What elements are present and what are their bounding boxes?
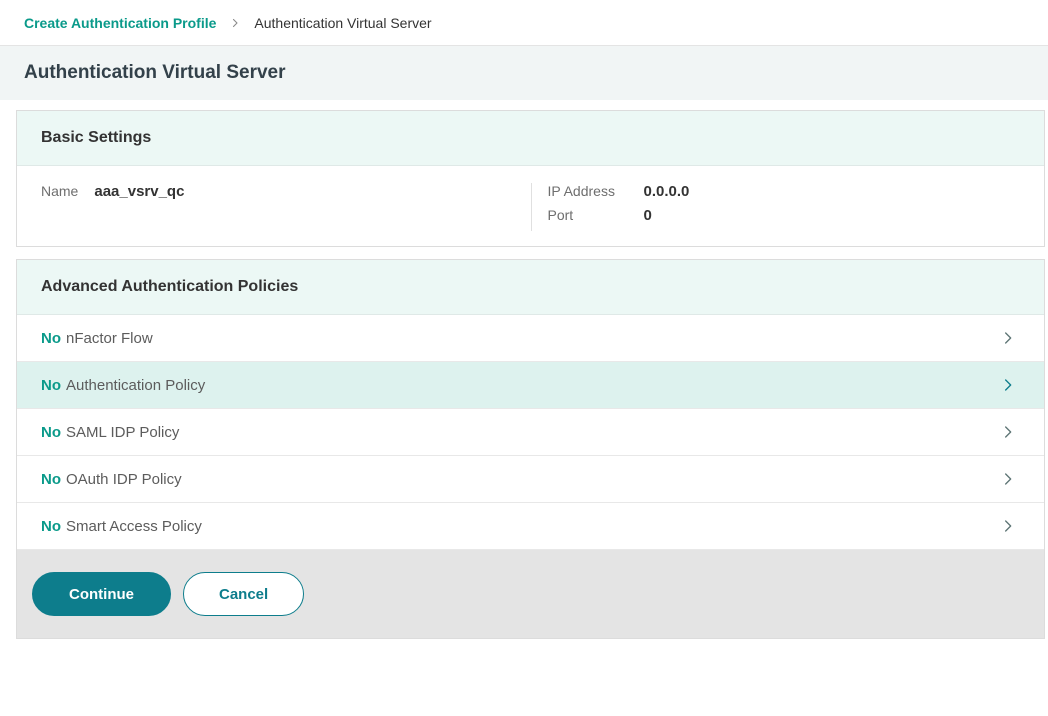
content-area: Basic Settings Name aaa_vsrv_qc IP Addre…	[0, 100, 1048, 639]
basic-settings-right-column: IP Address 0.0.0.0 Port 0	[531, 183, 1045, 231]
policy-row-saml-idp-policy[interactable]: No SAML IDP Policy	[17, 409, 1044, 456]
ip-address-field: IP Address 0.0.0.0	[548, 183, 1021, 200]
ip-address-value: 0.0.0.0	[644, 183, 690, 200]
name-value: aaa_vsrv_qc	[94, 183, 184, 200]
name-label: Name	[41, 183, 78, 199]
basic-settings-title: Basic Settings	[41, 129, 1020, 147]
basic-settings-card: Basic Settings Name aaa_vsrv_qc IP Addre…	[16, 110, 1045, 247]
breadcrumb-current-page: Authentication Virtual Server	[254, 15, 431, 31]
chevron-right-icon	[1000, 330, 1016, 346]
port-label: Port	[548, 207, 644, 223]
port-value: 0	[644, 207, 652, 224]
breadcrumb: Create Authentication Profile Authentica…	[0, 0, 1048, 46]
continue-button[interactable]: Continue	[32, 572, 171, 616]
footer-action-bar: Continue Cancel	[17, 550, 1044, 638]
cancel-button[interactable]: Cancel	[183, 572, 304, 616]
policy-row-nfactor-flow[interactable]: No nFactor Flow	[17, 315, 1044, 362]
breadcrumb-link-create-authentication-profile[interactable]: Create Authentication Profile	[24, 15, 216, 31]
policy-label: OAuth IDP Policy	[66, 471, 182, 488]
basic-settings-body: Name aaa_vsrv_qc IP Address 0.0.0.0 Port…	[17, 166, 1044, 246]
chevron-right-icon	[1000, 377, 1016, 393]
policy-count: No	[41, 518, 61, 535]
chevron-right-icon	[1000, 471, 1016, 487]
policy-label: SAML IDP Policy	[66, 424, 179, 441]
policy-label: Authentication Policy	[66, 377, 205, 394]
policy-count: No	[41, 471, 61, 488]
chevron-right-icon	[1000, 518, 1016, 534]
policy-row-authentication-policy[interactable]: No Authentication Policy	[17, 362, 1044, 409]
basic-settings-header: Basic Settings	[17, 111, 1044, 166]
policy-label: nFactor Flow	[66, 330, 153, 347]
chevron-right-icon	[1000, 424, 1016, 440]
advanced-authentication-policies-card: Advanced Authentication Policies No nFac…	[16, 259, 1045, 639]
port-field: Port 0	[548, 207, 1021, 224]
breadcrumb-chevron-icon	[229, 17, 241, 29]
policy-count: No	[41, 424, 61, 441]
basic-settings-left-column: Name aaa_vsrv_qc	[17, 183, 531, 231]
policy-count: No	[41, 330, 61, 347]
name-field: Name aaa_vsrv_qc	[41, 183, 507, 200]
policy-label: Smart Access Policy	[66, 518, 202, 535]
page-title: Authentication Virtual Server	[24, 62, 286, 84]
policy-count: No	[41, 377, 61, 394]
advanced-policies-header: Advanced Authentication Policies	[17, 260, 1044, 315]
advanced-policies-title: Advanced Authentication Policies	[41, 278, 1020, 296]
ip-address-label: IP Address	[548, 183, 644, 199]
policy-row-oauth-idp-policy[interactable]: No OAuth IDP Policy	[17, 456, 1044, 503]
page-title-band: Authentication Virtual Server	[0, 46, 1048, 100]
policy-row-smart-access-policy[interactable]: No Smart Access Policy	[17, 503, 1044, 550]
